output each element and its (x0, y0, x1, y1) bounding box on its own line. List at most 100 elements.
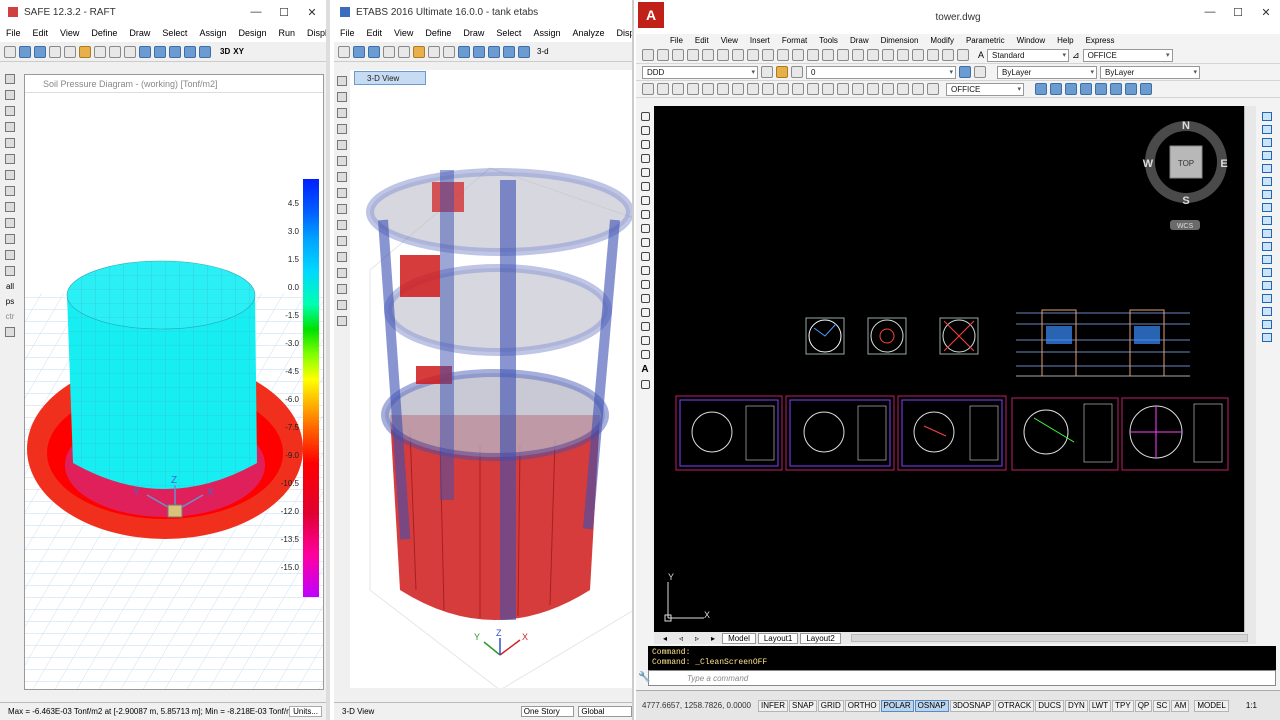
status-qp[interactable]: QP (1134, 699, 1153, 712)
jogged-linear-icon[interactable] (882, 83, 894, 95)
menu-edit[interactable]: Edit (689, 36, 715, 45)
dim-edit-icon[interactable] (897, 83, 909, 95)
zoom-out-icon[interactable] (169, 45, 181, 58)
save-icon[interactable] (368, 45, 380, 58)
tool-palettes-icon[interactable] (897, 49, 909, 61)
polygon-icon[interactable] (640, 154, 650, 163)
close-button[interactable]: ✕ (1252, 0, 1280, 24)
view-3d-button[interactable]: 3D (220, 47, 230, 56)
horizontal-scrollbar[interactable] (850, 634, 1248, 642)
story-select[interactable]: One Story (520, 706, 575, 717)
run-icon[interactable] (443, 45, 455, 58)
explode-icon[interactable] (1262, 333, 1272, 342)
add-selected-icon[interactable] (640, 380, 650, 389)
pointer-icon[interactable] (5, 74, 15, 84)
menu-format[interactable]: Format (776, 36, 813, 45)
status-am[interactable]: AM (1171, 699, 1190, 712)
design-center-icon[interactable] (882, 49, 894, 61)
menu-view[interactable]: View (715, 36, 744, 45)
zoom-window-icon[interactable] (139, 45, 151, 58)
plot-icon[interactable] (687, 49, 699, 61)
menu-view[interactable]: View (54, 28, 85, 38)
select-previous-button[interactable]: ps (6, 297, 14, 306)
tab-layout1[interactable]: Layout1 (757, 632, 799, 644)
dim-arc-icon[interactable] (672, 83, 684, 95)
workspace-select[interactable]: DDD (642, 65, 758, 79)
status-model[interactable]: MODEL (1194, 699, 1229, 712)
status-infer[interactable]: INFER (758, 699, 788, 712)
dim-aligned-icon[interactable] (657, 83, 669, 95)
draw-strip-icon[interactable] (5, 218, 15, 228)
run-icon[interactable] (109, 45, 121, 58)
draw-floor-icon[interactable] (337, 188, 347, 198)
viewcube-south[interactable]: S (1182, 195, 1189, 207)
draw-area-icon[interactable] (5, 122, 15, 132)
layer-on-icon[interactable] (776, 66, 788, 78)
layer-select[interactable]: 0 (806, 65, 956, 79)
viewcube[interactable]: TOP N S W E WCS (1143, 120, 1228, 230)
vertical-scrollbar[interactable] (1244, 106, 1256, 632)
copy-object-icon[interactable] (1262, 125, 1272, 134)
layer-freeze-icon[interactable] (791, 66, 803, 78)
etabs-3d-view[interactable]: Y Z X (350, 70, 632, 691)
cut-icon[interactable] (717, 49, 729, 61)
tab-3d-view[interactable]: 3-D View (354, 71, 426, 85)
maximize-button[interactable]: ☐ (270, 0, 298, 24)
draw-column-icon[interactable] (337, 140, 347, 150)
break-icon[interactable] (1262, 268, 1272, 277)
menu-edit[interactable]: Edit (361, 28, 389, 38)
break-at-point-icon[interactable] (1262, 255, 1272, 264)
point-icon[interactable] (640, 294, 650, 303)
menu-express[interactable]: Express (1080, 36, 1121, 45)
intersect-icon[interactable] (5, 327, 15, 337)
redo-icon[interactable] (792, 49, 804, 61)
dim-text-edit-icon[interactable] (912, 83, 924, 95)
select-previous-icon[interactable] (337, 284, 347, 294)
status-3dosnap[interactable]: 3DOSNAP (949, 699, 994, 712)
tolerance-icon[interactable] (837, 83, 849, 95)
zoom-realtime-icon[interactable] (822, 49, 834, 61)
ucs-object-icon[interactable] (1110, 83, 1122, 95)
table-icon[interactable] (640, 350, 650, 359)
match-properties-icon[interactable] (762, 49, 774, 61)
open-icon[interactable] (19, 45, 31, 58)
maximize-button[interactable]: ☐ (1224, 0, 1252, 24)
status-lwt[interactable]: LWT (1088, 699, 1112, 712)
new-icon[interactable] (338, 45, 350, 58)
new-icon[interactable] (642, 49, 654, 61)
join-icon[interactable] (1262, 281, 1272, 290)
refresh-icon[interactable] (124, 45, 136, 58)
menu-insert[interactable]: Insert (744, 36, 776, 45)
menu-file[interactable]: File (334, 28, 361, 38)
snap-icon[interactable] (337, 316, 347, 326)
sheet-set-icon[interactable] (912, 49, 924, 61)
menu-define[interactable]: Define (419, 28, 457, 38)
menu-analyze[interactable]: Analyze (566, 28, 610, 38)
construction-line-icon[interactable] (640, 126, 650, 135)
open-icon[interactable] (353, 45, 365, 58)
zoom-in-icon[interactable] (473, 45, 485, 58)
redo-icon[interactable] (64, 45, 76, 58)
erase-icon[interactable] (1262, 112, 1272, 121)
zoom-window-icon[interactable] (837, 49, 849, 61)
multiline-text-icon[interactable]: A (641, 364, 648, 375)
scale-icon[interactable] (1262, 203, 1272, 212)
select-all-icon[interactable] (337, 268, 347, 278)
ucs-view-icon[interactable] (1125, 83, 1137, 95)
units-button[interactable]: Units... (289, 706, 322, 717)
pan-icon[interactable] (807, 49, 819, 61)
status-polar[interactable]: POLAR (880, 699, 914, 712)
polyline-icon[interactable] (640, 140, 650, 149)
viewcube-west[interactable]: W (1143, 158, 1154, 170)
layer-previous-icon[interactable] (974, 66, 986, 78)
save-icon[interactable] (672, 49, 684, 61)
lock-icon[interactable] (428, 45, 440, 58)
new-icon[interactable] (4, 45, 16, 58)
ucs-world-icon[interactable] (1065, 83, 1077, 95)
select-all-button[interactable]: all (6, 282, 14, 291)
menu-window[interactable]: Window (1011, 36, 1051, 45)
menu-define[interactable]: Define (85, 28, 123, 38)
draw-column-icon[interactable] (5, 186, 15, 196)
pencil-icon[interactable] (79, 45, 91, 58)
zoom-window-icon[interactable] (458, 45, 470, 58)
